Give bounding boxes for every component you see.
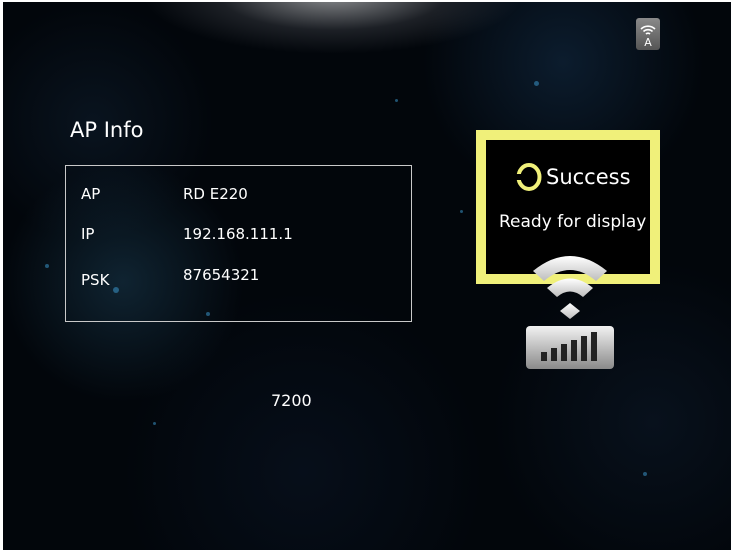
ip-value: 192.168.111.1 (183, 225, 293, 243)
ap-info-title: AP Info (70, 118, 144, 142)
success-ring-icon (516, 163, 542, 191)
ap-info-panel: AP RD E220 IP 192.168.111.1 PSK 87654321 (65, 165, 412, 322)
background-star (153, 422, 156, 425)
wifi-auto-icon: A (640, 25, 656, 48)
psk-value: 87654321 (183, 266, 260, 284)
wifi-auto-letter: A (644, 36, 652, 48)
ap-value: RD E220 (183, 185, 248, 203)
ap-label: AP (81, 185, 101, 203)
screen: A AP Info AP RD E220 IP 192.168.111.1 PS… (3, 2, 731, 550)
wifi-signal-icon (526, 256, 614, 369)
psk-label: PSK (81, 271, 110, 289)
status-message: Ready for display (499, 212, 647, 232)
background-star (460, 210, 463, 213)
background-star (45, 264, 49, 268)
status-title: Success (546, 165, 631, 189)
ip-label: IP (81, 225, 95, 243)
background-star (534, 81, 539, 86)
background-star (643, 472, 647, 476)
wifi-status-indicator: A (636, 18, 660, 50)
counter-value: 7200 (271, 391, 312, 410)
background-star (395, 99, 398, 102)
status-header: Success (516, 162, 631, 192)
